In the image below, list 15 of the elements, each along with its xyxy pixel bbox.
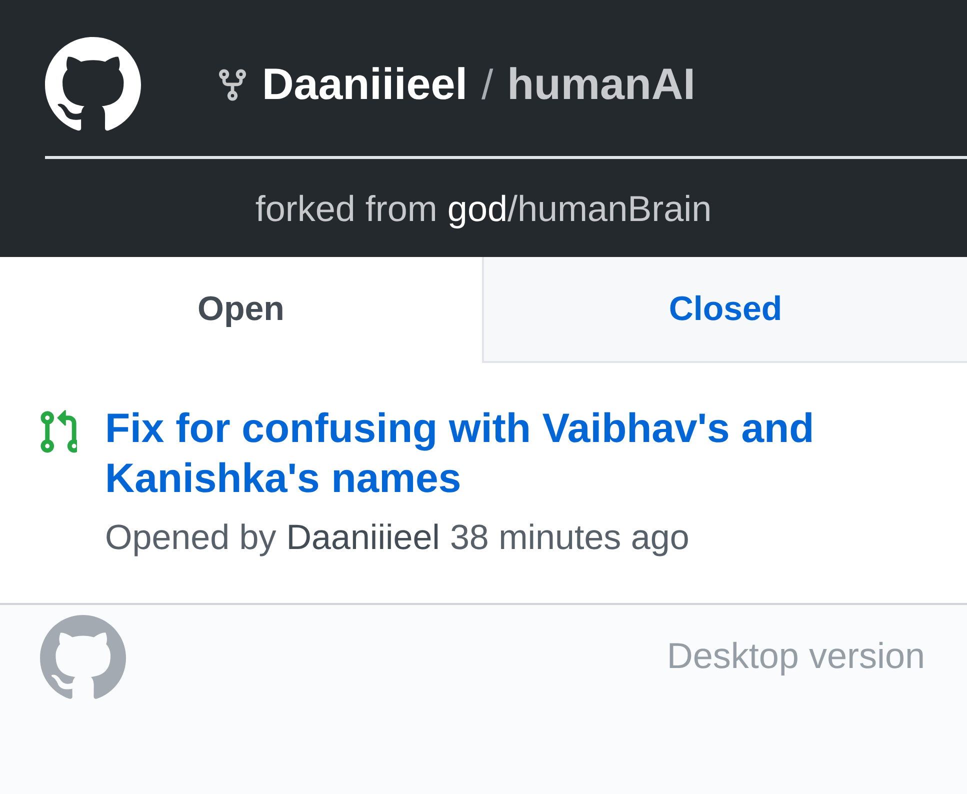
- opened-time: 38 minutes ago: [450, 517, 690, 559]
- repo-separator: /: [481, 62, 494, 108]
- cat-logo-icon: [40, 615, 126, 701]
- author-link[interactable]: Daaniiieel: [286, 517, 440, 559]
- cat-logo-icon[interactable]: [45, 37, 141, 133]
- forked-from-label: forked from: [255, 187, 438, 230]
- pull-request-icon: [40, 410, 77, 453]
- repo-name-link[interactable]: humanAI: [507, 60, 696, 110]
- fork-source-repo-link[interactable]: humanBrain: [518, 187, 712, 230]
- opened-by-label: Opened by: [105, 517, 276, 559]
- repo-owner-link[interactable]: Daaniiieel: [262, 60, 468, 110]
- fork-source-owner-link[interactable]: god: [447, 187, 508, 230]
- fork-source-separator: /: [508, 187, 518, 230]
- state-tab[interactable]: Closed: [482, 257, 967, 363]
- pull-request-title-link[interactable]: Fix for confusing with Vaibhav's and Kanishka's names: [105, 403, 927, 503]
